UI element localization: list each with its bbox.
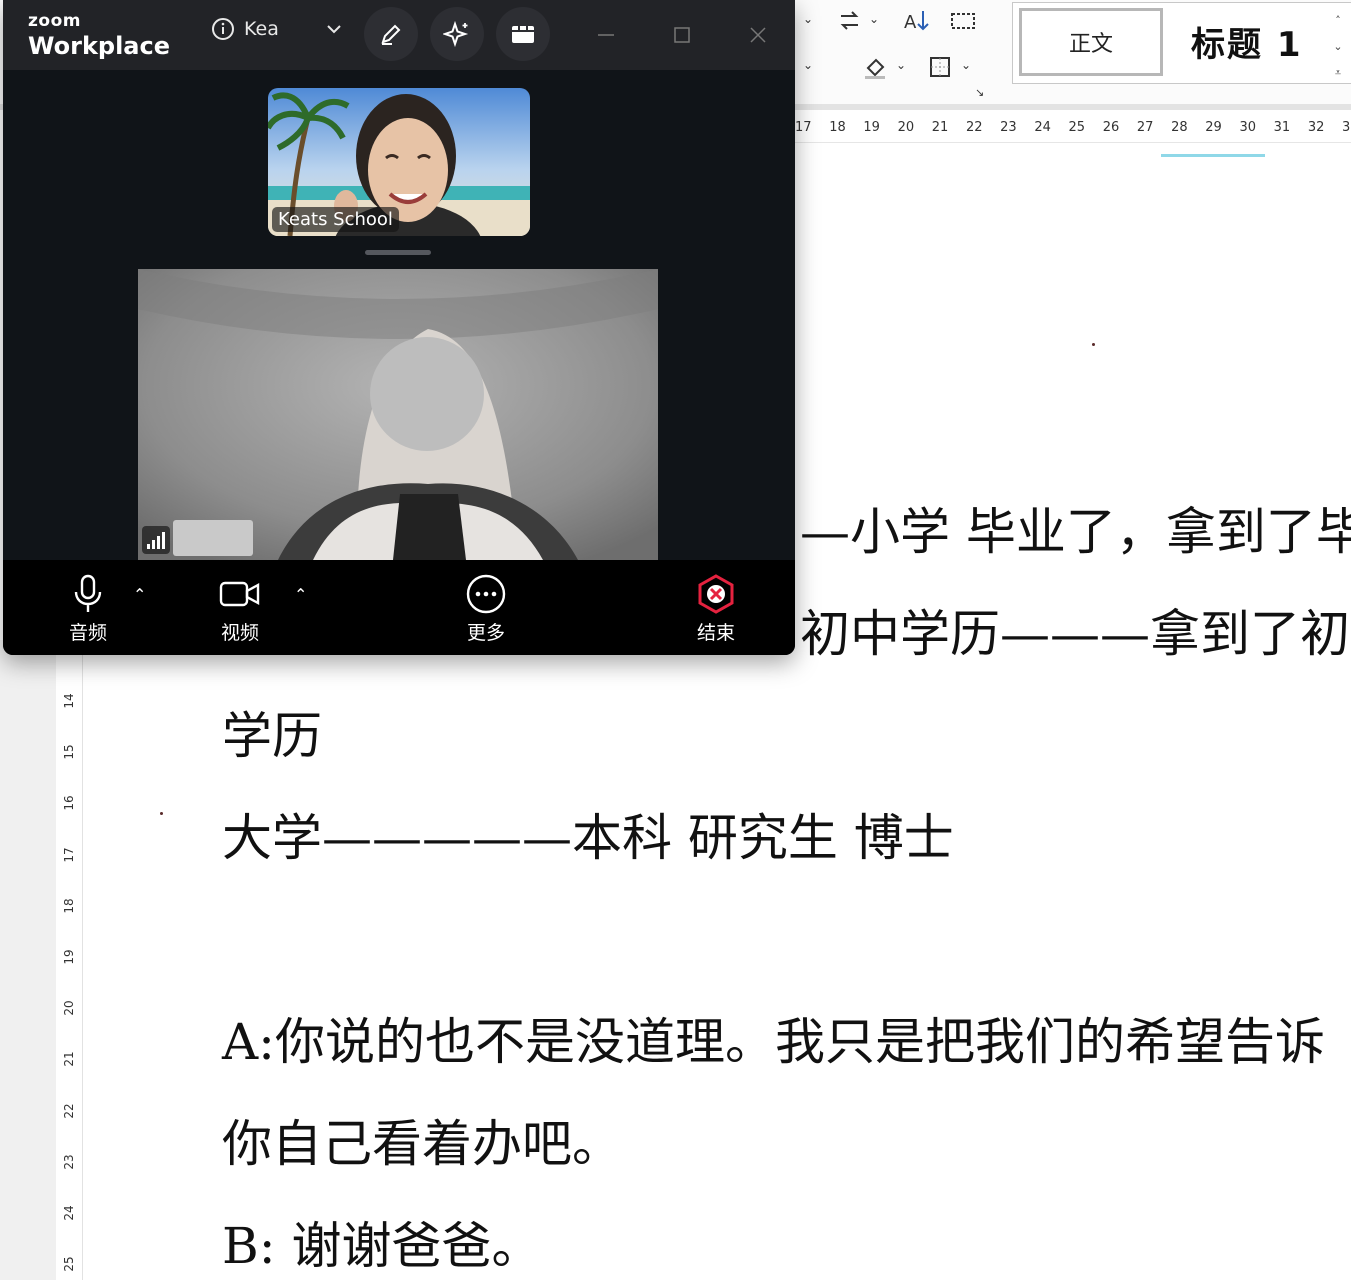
more-button[interactable]: 更多 xyxy=(441,574,531,645)
zoom-logo: zoom xyxy=(28,11,81,31)
more-icon xyxy=(466,574,506,614)
audio-button[interactable]: 音频 xyxy=(43,574,133,645)
more-label: 更多 xyxy=(466,622,505,644)
doc-line-5: A:你说的也不是没道理。我只是把我们的希望告诉 xyxy=(222,1013,1325,1071)
annotate-button[interactable] xyxy=(364,7,418,61)
doc-line-3: 学历 xyxy=(222,707,322,765)
end-icon xyxy=(698,574,734,614)
ai-companion-button[interactable] xyxy=(430,7,484,61)
speck xyxy=(160,812,163,815)
info-icon xyxy=(212,18,234,40)
end-label: 结束 xyxy=(696,622,735,644)
microphone-icon xyxy=(74,574,102,612)
doc-line-2: 初中学历———拿到了初中 xyxy=(800,605,1351,663)
maximize-icon[interactable] xyxy=(669,22,695,48)
speck xyxy=(1092,343,1095,346)
doc-line-4: 大学—————本科 研究生 博士 xyxy=(222,809,954,867)
participant-name-label: Keats School xyxy=(272,207,399,232)
pencil-icon xyxy=(381,24,401,45)
participant-video-main[interactable] xyxy=(138,269,658,560)
close-icon[interactable] xyxy=(745,22,771,48)
video-gallery: Keats School xyxy=(3,70,795,560)
audio-label: 音频 xyxy=(68,622,107,644)
zoom-titlebar[interactable]: zoom Workplace Kea xyxy=(3,0,795,70)
apps-button[interactable] xyxy=(496,7,550,61)
audio-options-icon[interactable]: ⌃ xyxy=(133,585,146,604)
video-label: 视频 xyxy=(220,622,259,644)
end-meeting-button[interactable]: 结束 xyxy=(671,574,761,645)
meeting-info-button[interactable]: Kea xyxy=(211,14,279,44)
doc-line-7: B: 谢谢爸爸。 xyxy=(222,1217,542,1275)
zoom-meeting-window: zoom Workplace Kea Keats School 音频 ⌃ 视频 … xyxy=(3,0,795,655)
participant-video-top[interactable]: Keats School xyxy=(268,88,530,236)
participant-name-redacted xyxy=(173,520,253,556)
participant-video-image xyxy=(138,269,658,560)
doc-line-6: 你自己看着办吧。 xyxy=(222,1115,622,1173)
video-button[interactable]: 视频 xyxy=(195,574,285,645)
meeting-title: Kea xyxy=(244,18,279,40)
apps-icon xyxy=(512,26,534,43)
video-options-icon[interactable]: ⌃ xyxy=(294,585,307,604)
zoom-product-name: Workplace xyxy=(28,32,171,60)
doc-line-1: —小学 毕业了，拿到了毕 xyxy=(800,503,1351,561)
signal-strength-icon xyxy=(142,526,170,554)
chevron-down-icon[interactable] xyxy=(325,20,343,42)
minimize-icon[interactable] xyxy=(593,22,619,48)
meeting-controls: 音频 ⌃ 视频 ⌃ 更多 结束 xyxy=(3,560,795,655)
video-camera-icon xyxy=(219,581,260,607)
sparkle-icon xyxy=(443,20,469,48)
gallery-resize-handle[interactable] xyxy=(365,250,431,255)
